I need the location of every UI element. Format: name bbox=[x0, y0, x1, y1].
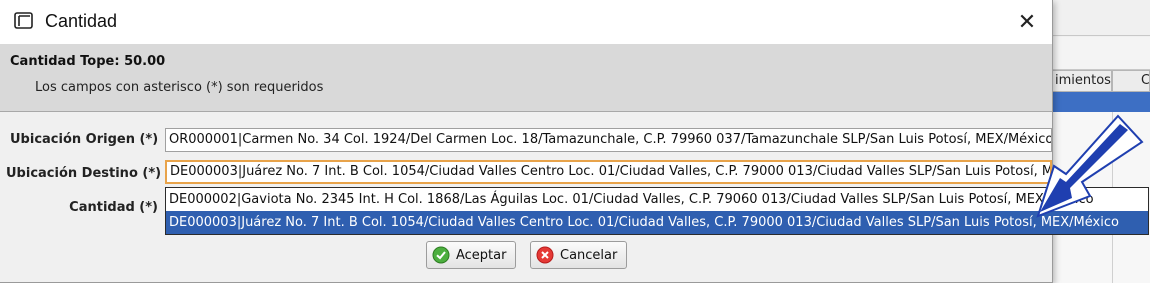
cantidad-label: Cantidad (*) bbox=[69, 200, 158, 215]
cancel-x-icon bbox=[536, 246, 554, 264]
destino-label: Ubicación Destino (*) bbox=[6, 166, 162, 181]
cancelar-label: Cancelar bbox=[560, 247, 618, 263]
origen-combobox[interactable]: OR000001|Carmen No. 34 Col. 1924/Del Car… bbox=[165, 128, 1052, 152]
close-icon: ✕ bbox=[1017, 9, 1037, 35]
dialog-titlebar[interactable]: Cantidad ✕ bbox=[0, 0, 1052, 44]
close-button[interactable]: ✕ bbox=[1002, 0, 1052, 44]
required-fields-note: Los campos con asterisco (*) son requeri… bbox=[35, 80, 324, 95]
background-toolbar-line bbox=[1052, 30, 1150, 36]
background-column-header[interactable]: C bbox=[1112, 70, 1150, 92]
destino-combobox[interactable]: DE000003|Juárez No. 7 Int. B Col. 1054/C… bbox=[165, 160, 1052, 184]
destino-dropdown-list[interactable]: DE000002|Gaviota No. 2345 Int. H Col. 18… bbox=[165, 187, 1149, 235]
background-toolbar bbox=[1052, 37, 1150, 70]
dialog-header: Cantidad Tope: 50.00 Los campos con aste… bbox=[0, 44, 1052, 112]
cantidad-dialog: Cantidad ✕ Cantidad Tope: 50.00 Los camp… bbox=[0, 0, 1053, 283]
aceptar-button[interactable]: Aceptar bbox=[426, 241, 516, 269]
dialog-title: Cantidad bbox=[45, 11, 118, 31]
dropdown-option[interactable]: DE000002|Gaviota No. 2345 Int. H Col. 18… bbox=[166, 188, 1148, 211]
aceptar-label: Aceptar bbox=[456, 247, 507, 263]
background-column-header[interactable]: imientos bbox=[1052, 70, 1112, 92]
origen-label: Ubicación Origen (*) bbox=[10, 132, 159, 147]
cantidad-tope-text: Cantidad Tope: 50.00 bbox=[10, 54, 166, 69]
dropdown-option-selected[interactable]: DE000003|Juárez No. 7 Int. B Col. 1054/C… bbox=[166, 211, 1148, 234]
cancelar-button[interactable]: Cancelar bbox=[530, 241, 627, 269]
annotation-arrow-icon bbox=[1036, 114, 1144, 218]
app-window-icon bbox=[14, 12, 33, 29]
check-icon bbox=[432, 246, 450, 264]
